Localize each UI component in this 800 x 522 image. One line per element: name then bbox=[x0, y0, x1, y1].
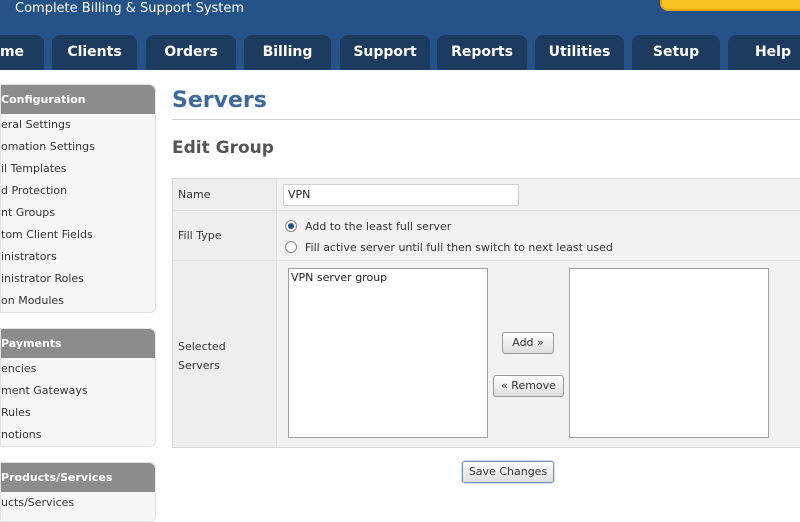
search-box[interactable] bbox=[660, 0, 800, 11]
sidebar-item-products-services[interactable]: ucts/Services bbox=[1, 492, 155, 514]
sidebar-section-title: Payments bbox=[1, 329, 155, 358]
sidebar-item-client-groups[interactable]: nt Groups bbox=[1, 202, 155, 224]
fill-option-fill-active[interactable]: Fill active server until full then switc… bbox=[285, 239, 613, 255]
tab-help[interactable]: Help bbox=[728, 35, 800, 70]
sidebar-item-currencies[interactable]: encies bbox=[1, 358, 155, 380]
sidebar-item-general-settings[interactable]: eral Settings bbox=[1, 114, 155, 136]
brand-title: Complete Billing & Support System bbox=[15, 1, 245, 16]
tab-billing[interactable]: Billing bbox=[244, 35, 331, 70]
sidebar-item-fraud-protection[interactable]: d Protection bbox=[1, 180, 155, 202]
selected-servers-label-line2: Servers bbox=[178, 359, 220, 372]
selected-servers-field-cell: VPN server group Add » « Remove bbox=[278, 261, 800, 447]
fill-type-field-cell: Add to the least full server Fill active… bbox=[278, 211, 800, 260]
sidebar-item-payment-gateways[interactable]: ment Gateways bbox=[1, 380, 155, 402]
form-row-name: Name VPN bbox=[173, 179, 800, 211]
tab-support[interactable]: Support bbox=[340, 35, 430, 70]
selected-servers-label-cell: Selected Servers bbox=[173, 261, 277, 447]
form-row-fill-type: Fill Type Add to the least full server F… bbox=[173, 211, 800, 261]
sidebar-item-promotions[interactable]: notions bbox=[1, 424, 155, 446]
tab-clients[interactable]: Clients bbox=[52, 35, 137, 70]
sidebar-list: encies ment Gateways Rules notions bbox=[1, 358, 155, 446]
selected-servers-label: Selected Servers bbox=[178, 337, 226, 375]
list-item[interactable]: VPN server group bbox=[291, 271, 485, 285]
selected-servers-listbox[interactable] bbox=[569, 268, 769, 438]
available-servers-listbox[interactable]: VPN server group bbox=[288, 268, 488, 438]
sidebar-list: eral Settings omation Settings il Templa… bbox=[1, 114, 155, 312]
page-title: Servers bbox=[172, 88, 267, 113]
sidebar-item-email-templates[interactable]: il Templates bbox=[1, 158, 155, 180]
section-title: Edit Group bbox=[172, 138, 274, 158]
sidebar-item-administrators[interactable]: inistrators bbox=[1, 246, 155, 268]
sidebar-section-configuration: Configuration eral Settings omation Sett… bbox=[0, 84, 156, 313]
sidebar-section-title: Configuration bbox=[1, 85, 155, 114]
title-divider bbox=[172, 119, 800, 120]
remove-server-button[interactable]: « Remove bbox=[493, 375, 564, 397]
sidebar-item-tax-rules[interactable]: Rules bbox=[1, 402, 155, 424]
top-header: Complete Billing & Support System me Cli… bbox=[0, 0, 800, 70]
sidebar-item-addon-modules[interactable]: on Modules bbox=[1, 290, 155, 312]
name-field-cell: VPN bbox=[278, 179, 800, 210]
sidebar-list: ucts/Services bbox=[1, 492, 155, 514]
tab-orders[interactable]: Orders bbox=[146, 35, 236, 70]
sidebar-item-custom-client-fields[interactable]: tom Client Fields bbox=[1, 224, 155, 246]
radio-unchecked-icon[interactable] bbox=[285, 241, 297, 253]
fill-option-label: Fill active server until full then switc… bbox=[305, 240, 613, 254]
sidebar-item-automation-settings[interactable]: omation Settings bbox=[1, 136, 155, 158]
tab-utilities[interactable]: Utilities bbox=[535, 35, 624, 70]
sidebar-section-title: Products/Services bbox=[1, 463, 155, 492]
fill-option-least-full[interactable]: Add to the least full server bbox=[285, 218, 451, 234]
tab-reports[interactable]: Reports bbox=[437, 35, 527, 70]
selected-servers-label-line1: Selected bbox=[178, 340, 226, 353]
sidebar-section-payments: Payments encies ment Gateways Rules noti… bbox=[0, 328, 156, 447]
fill-option-label: Add to the least full server bbox=[305, 219, 452, 233]
tab-setup[interactable]: Setup bbox=[632, 35, 720, 70]
radio-checked-icon[interactable] bbox=[285, 220, 297, 232]
name-input[interactable]: VPN bbox=[283, 184, 519, 206]
form-row-selected-servers: Selected Servers VPN server group Add » … bbox=[173, 261, 800, 447]
add-server-button[interactable]: Add » bbox=[502, 332, 554, 354]
fill-type-label: Fill Type bbox=[173, 211, 277, 260]
sidebar-section-products-services: Products/Services ucts/Services bbox=[0, 462, 156, 522]
name-label: Name bbox=[173, 179, 277, 210]
tab-home[interactable]: me bbox=[0, 35, 44, 70]
sidebar-item-administrator-roles[interactable]: inistrator Roles bbox=[1, 268, 155, 290]
save-changes-button[interactable]: Save Changes bbox=[462, 461, 554, 483]
edit-group-form: Name VPN Fill Type Add to the least full… bbox=[172, 178, 800, 448]
